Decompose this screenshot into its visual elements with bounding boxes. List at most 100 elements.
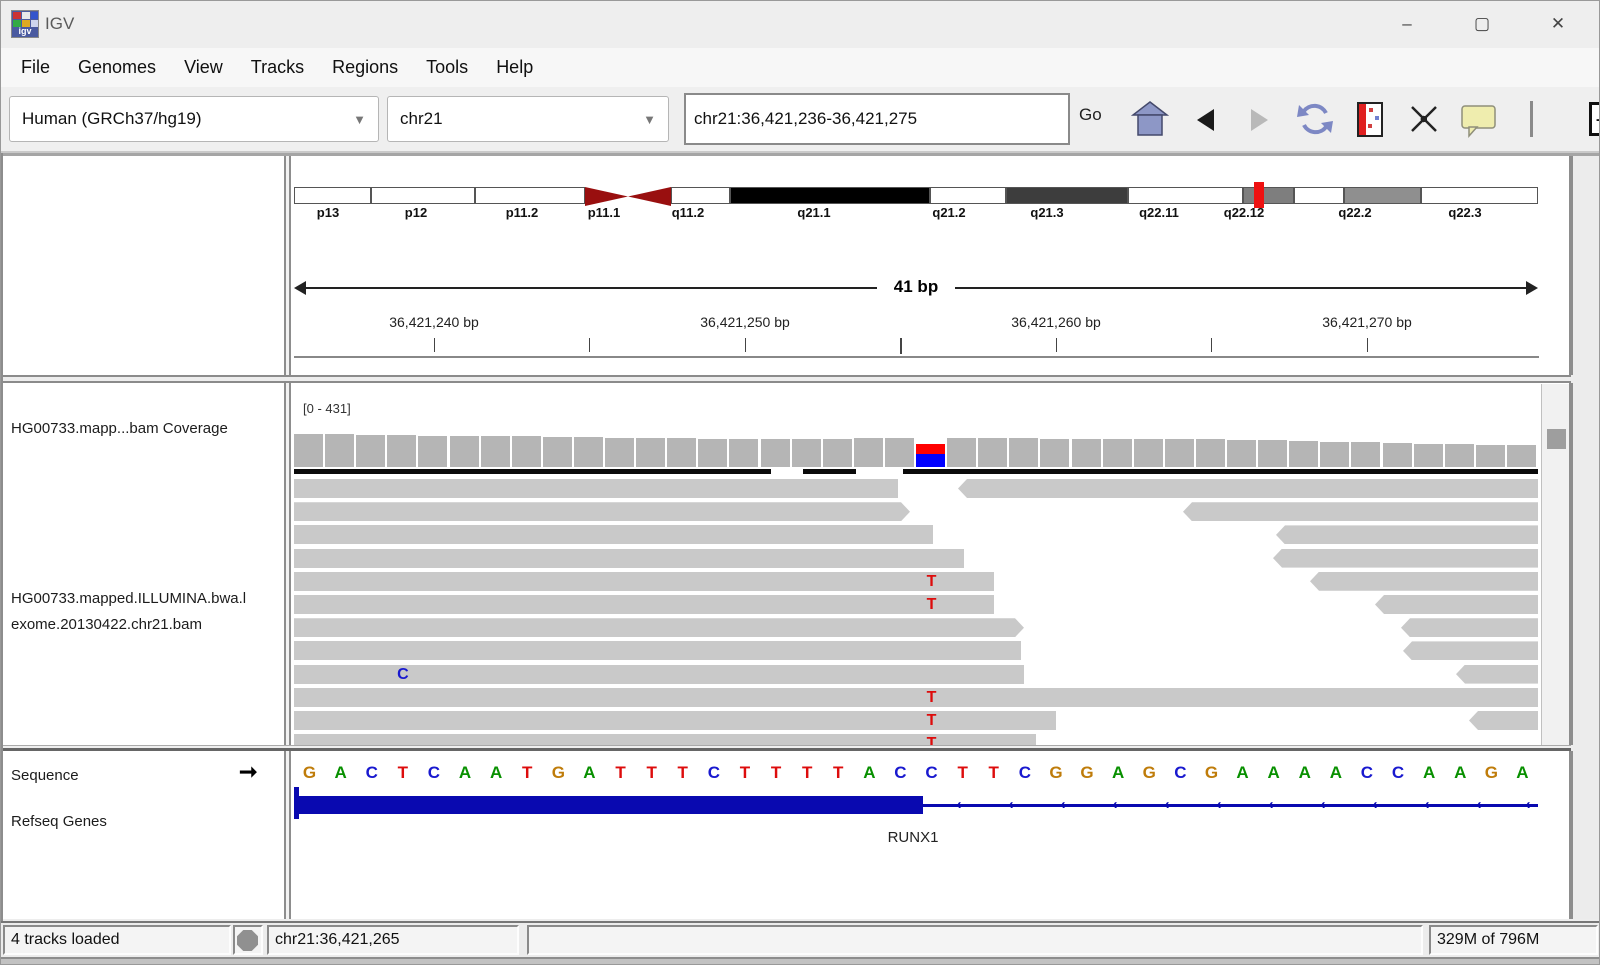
toolbar-separator [1530,101,1533,137]
coverage-track-name[interactable]: HG00733.mapp...bam Coverage [11,420,228,437]
back-icon[interactable] [1197,109,1214,131]
sequence-base-T: T [740,763,750,783]
locus-input[interactable]: chr21:36,421,236-36,421,275 [684,93,1070,145]
sequence-base-T: T [678,763,688,783]
coverage-bar [418,436,447,467]
refseq-track-name[interactable]: Refseq Genes [11,813,107,830]
comment-icon[interactable] [1461,104,1497,143]
sequence-strand-arrow-icon[interactable]: ➞ [239,767,257,777]
sequence-base-C: C [1174,763,1186,783]
sequence-base-A: A [490,763,502,783]
forward-icon[interactable] [1251,109,1268,131]
ruler-tick [1367,338,1368,352]
name-column-divider[interactable] [284,383,291,745]
ruler-position-label: 36,421,240 bp [389,314,479,330]
menu-tracks[interactable]: Tracks [237,48,318,87]
coverage-bar [729,439,758,467]
gene-direction-arrow: ‹ [1425,796,1430,813]
gene-direction-arrow: ‹ [1113,796,1118,813]
genome-select[interactable]: Human (GRCh37/hg19) ▼ [9,96,379,142]
mismatch-base-T: T [927,572,937,591]
sequence-base-A: A [459,763,471,783]
aligned-read[interactable] [1403,641,1538,660]
ideogram-band-label: q22.11 [1139,205,1179,220]
aligned-read[interactable] [294,572,994,591]
ideogram-band-q22.2 [1344,187,1421,204]
aligned-read[interactable] [1310,572,1538,591]
sequence-base-A: A [863,763,875,783]
tracks-loaded-status: 4 tracks loaded [3,925,231,955]
panel-border [1569,751,1573,919]
fit-window-icon[interactable] [1409,104,1439,139]
sequence-base-C: C [1392,763,1404,783]
igv-app-icon: igv [11,10,39,38]
coverage-bar [1507,445,1536,467]
aligned-read[interactable] [294,595,994,614]
gene-intron-line[interactable] [923,804,1538,807]
aligned-read[interactable] [294,618,1024,637]
ideogram-band-p12 [371,187,475,204]
alignment-track-name-line1[interactable]: HG00733.mapped.ILLUMINA.bwa.l [11,590,246,607]
snapshot-icon[interactable] [1357,102,1383,137]
coverage-bar [761,439,790,467]
menu-file[interactable]: File [7,48,64,87]
name-column-divider[interactable] [284,156,291,375]
sequence-base-G: G [1143,763,1156,783]
aligned-read[interactable] [1273,549,1538,568]
aligned-read[interactable] [294,525,933,544]
menu-help[interactable]: Help [482,48,547,87]
aligned-read[interactable] [294,479,898,498]
gene-direction-arrow: ‹ [1061,796,1066,813]
aligned-read[interactable] [1469,711,1538,730]
window-title: IGV [45,14,74,34]
aligned-read[interactable] [1276,525,1538,544]
sequence-base-T: T [957,763,967,783]
message-status-panel [527,925,1423,955]
ruler-span-label: 41 bp [894,277,938,297]
zoom-minus-icon[interactable]: – [1589,102,1600,136]
aligned-read[interactable] [958,479,1538,498]
menu-view[interactable]: View [170,48,237,87]
ruler-tick [589,338,590,352]
ideogram-band-p11.2 [475,187,585,204]
ideogram-band-q22.11 [1128,187,1243,204]
maximize-button[interactable]: ▢ [1459,9,1505,39]
gene-exon-bar[interactable] [294,796,923,814]
minimize-button[interactable]: – [1384,9,1430,39]
sequence-base-T: T [522,763,532,783]
panel-splitter[interactable] [3,375,1571,377]
aligned-read[interactable] [294,641,1021,660]
aligned-read[interactable] [1401,618,1538,637]
aligned-read[interactable] [294,549,964,568]
coverage-bar [356,435,385,467]
go-button[interactable]: Go [1079,105,1102,125]
aligned-read[interactable] [294,688,1538,707]
sequence-track-name[interactable]: Sequence [11,767,79,784]
aligned-read[interactable] [294,502,910,521]
sequence-base-T: T [771,763,781,783]
alignment-track-name-line2[interactable]: exome.20130422.chr21.bam [11,616,202,633]
menu-genomes[interactable]: Genomes [64,48,170,87]
ideogram-band-label: p11.2 [506,205,539,220]
coverage-bar [387,435,416,467]
sequence-base-A: A [1330,763,1342,783]
name-column-divider[interactable] [284,751,291,919]
home-icon[interactable] [1131,101,1169,142]
ideogram-position-marker [1254,182,1264,208]
ruler-arrowhead-right [1526,281,1538,295]
ideogram-band-label: p13 [317,205,339,220]
aligned-read[interactable] [1183,502,1538,521]
ruler-tick [900,338,902,354]
refresh-icon[interactable] [1295,99,1335,144]
coverage-snp-allele-red [916,444,945,454]
aligned-read[interactable] [1375,595,1538,614]
mismatch-base-T: T [927,595,937,614]
chromosome-select[interactable]: chr21 ▼ [387,96,669,142]
mismatch-base-C: C [397,665,409,684]
menu-tools[interactable]: Tools [412,48,482,87]
aligned-read[interactable] [294,711,1056,730]
close-button[interactable]: ✕ [1535,9,1581,39]
menu-regions[interactable]: Regions [318,48,412,87]
aligned-read[interactable] [1456,665,1538,684]
scrollbar-thumb[interactable] [1547,429,1566,449]
